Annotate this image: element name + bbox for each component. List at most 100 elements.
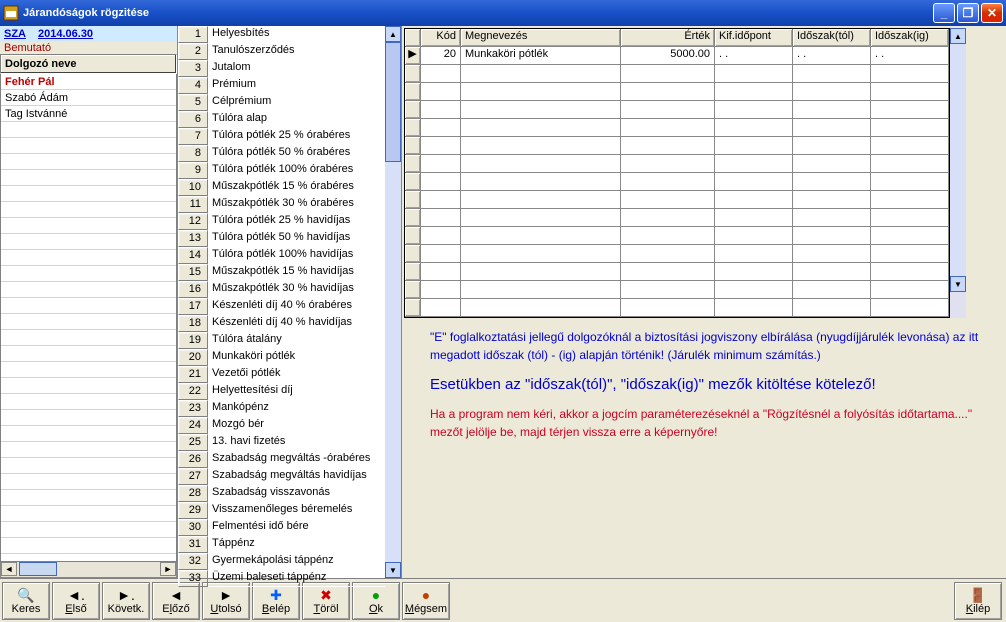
grid-header-cell[interactable]: Megnevezés	[461, 29, 621, 46]
employee-row[interactable]	[1, 122, 176, 138]
grid-data-row[interactable]: ▶20Munkaköri pótlék5000.00 . . . . . .	[405, 47, 949, 65]
employee-row[interactable]	[1, 506, 176, 522]
kovetk-button[interactable]: ►.Követk.	[102, 582, 150, 620]
minimize-button[interactable]: _	[933, 3, 955, 23]
grid-empty-row[interactable]	[405, 263, 949, 281]
employee-row[interactable]	[1, 314, 176, 330]
hscroll-left[interactable]: ◄	[1, 562, 17, 576]
grid-header-cell[interactable]: Időszak(tól)	[793, 29, 871, 46]
ok-button[interactable]: ●Ok	[352, 582, 400, 620]
type-item[interactable]: Műszakpótlék 15 % havidíjas	[208, 264, 385, 281]
type-item[interactable]: Munkaköri pótlék	[208, 349, 385, 366]
type-number[interactable]: 15	[178, 264, 208, 281]
type-item[interactable]: Táppénz	[208, 536, 385, 553]
grid-header-cell[interactable]: Érték	[621, 29, 715, 46]
grid-header-cell[interactable]: Kif.időpont	[715, 29, 793, 46]
close-button[interactable]: ✕	[981, 3, 1003, 23]
employee-row[interactable]: Tag Istvánné	[1, 106, 176, 122]
belep-button[interactable]: ✚Belép	[252, 582, 300, 620]
type-item[interactable]: Szabadság megváltás -órabéres	[208, 451, 385, 468]
type-number[interactable]: 2	[178, 43, 208, 60]
type-number[interactable]: 18	[178, 315, 208, 332]
employee-row[interactable]	[1, 186, 176, 202]
type-number[interactable]: 31	[178, 536, 208, 553]
employee-row[interactable]	[1, 250, 176, 266]
type-item[interactable]: Szabadság megváltás havidíjas	[208, 468, 385, 485]
type-number[interactable]: 1	[178, 26, 208, 43]
type-item[interactable]: Túlóra pótlék 50 % órabéres	[208, 145, 385, 162]
type-item[interactable]: Felmentési idő bére	[208, 519, 385, 536]
grid-empty-row[interactable]	[405, 119, 949, 137]
grid-empty-row[interactable]	[405, 101, 949, 119]
grid-header-cell[interactable]: Kód	[421, 29, 461, 46]
type-number[interactable]: 12	[178, 213, 208, 230]
hscroll-thumb[interactable]	[19, 562, 57, 576]
type-item[interactable]: Műszakpótlék 30 % órabéres	[208, 196, 385, 213]
type-item[interactable]: Túlóra átalány	[208, 332, 385, 349]
utolso-button[interactable]: ►Utolsó	[202, 582, 250, 620]
employee-row[interactable]	[1, 218, 176, 234]
type-number[interactable]: 30	[178, 519, 208, 536]
employee-row[interactable]	[1, 554, 176, 562]
employee-row[interactable]	[1, 426, 176, 442]
type-vscroll[interactable]: ▲ ▼	[385, 26, 401, 578]
type-name-column[interactable]: HelyesbítésTanulószerződésJutalomPrémium…	[208, 26, 385, 578]
type-item[interactable]: Túlóra pótlék 25 % órabéres	[208, 128, 385, 145]
hscroll-right[interactable]: ►	[160, 562, 176, 576]
megsem-button[interactable]: ●Mégsem	[402, 582, 450, 620]
employee-row[interactable]	[1, 522, 176, 538]
grid-empty-row[interactable]	[405, 191, 949, 209]
employee-row[interactable]	[1, 170, 176, 186]
type-item[interactable]: Túlóra pótlék 100% órabéres	[208, 162, 385, 179]
type-number[interactable]: 13	[178, 230, 208, 247]
employee-row[interactable]	[1, 346, 176, 362]
type-number[interactable]: 14	[178, 247, 208, 264]
type-number[interactable]: 26	[178, 451, 208, 468]
type-number[interactable]: 20	[178, 349, 208, 366]
grid-empty-row[interactable]	[405, 209, 949, 227]
employee-row[interactable]	[1, 154, 176, 170]
employee-row[interactable]	[1, 538, 176, 554]
type-item[interactable]: Helyesbítés	[208, 26, 385, 43]
employee-row[interactable]	[1, 202, 176, 218]
employee-row[interactable]	[1, 330, 176, 346]
grid-empty-row[interactable]	[405, 227, 949, 245]
type-item[interactable]: Mozgó bér	[208, 417, 385, 434]
type-number[interactable]: 19	[178, 332, 208, 349]
type-number[interactable]: 32	[178, 553, 208, 570]
type-number[interactable]: 29	[178, 502, 208, 519]
type-number[interactable]: 27	[178, 468, 208, 485]
type-number[interactable]: 8	[178, 145, 208, 162]
grid-scroll-up[interactable]: ▲	[950, 28, 966, 44]
type-number[interactable]: 11	[178, 196, 208, 213]
employee-row[interactable]: Szabó Ádám	[1, 90, 176, 106]
type-number[interactable]: 9	[178, 162, 208, 179]
type-item[interactable]: Üzemi baleseti táppénz	[208, 570, 385, 587]
employee-row[interactable]	[1, 138, 176, 154]
type-item[interactable]: Túlóra pótlék 25 % havidíjas	[208, 213, 385, 230]
type-item[interactable]: Műszakpótlék 15 % órabéres	[208, 179, 385, 196]
employee-header[interactable]: Dolgozó neve	[0, 54, 177, 74]
type-item[interactable]: Túlóra alap	[208, 111, 385, 128]
employee-row[interactable]	[1, 362, 176, 378]
type-item[interactable]: 13. havi fizetés	[208, 434, 385, 451]
torol-button[interactable]: ✖Töröl	[302, 582, 350, 620]
type-number[interactable]: 21	[178, 366, 208, 383]
type-number[interactable]: 3	[178, 60, 208, 77]
type-item[interactable]: Készenléti díj 40 % órabéres	[208, 298, 385, 315]
type-item[interactable]: Túlóra pótlék 50 % havidíjas	[208, 230, 385, 247]
type-item[interactable]: Műszakpótlék 30 % havidíjas	[208, 281, 385, 298]
grid-scroll-down[interactable]: ▼	[950, 276, 966, 292]
grid-empty-row[interactable]	[405, 83, 949, 101]
employee-row[interactable]	[1, 410, 176, 426]
elozo-button[interactable]: ◄Előző	[152, 582, 200, 620]
keres-button[interactable]: 🔍Keres	[2, 582, 50, 620]
employee-row[interactable]	[1, 442, 176, 458]
type-item[interactable]: Jutalom	[208, 60, 385, 77]
employee-row[interactable]	[1, 266, 176, 282]
scroll-up[interactable]: ▲	[385, 26, 401, 42]
type-number[interactable]: 10	[178, 179, 208, 196]
type-number[interactable]: 23	[178, 400, 208, 417]
grid-empty-row[interactable]	[405, 155, 949, 173]
type-item[interactable]: Készenléti díj 40 % havidíjas	[208, 315, 385, 332]
